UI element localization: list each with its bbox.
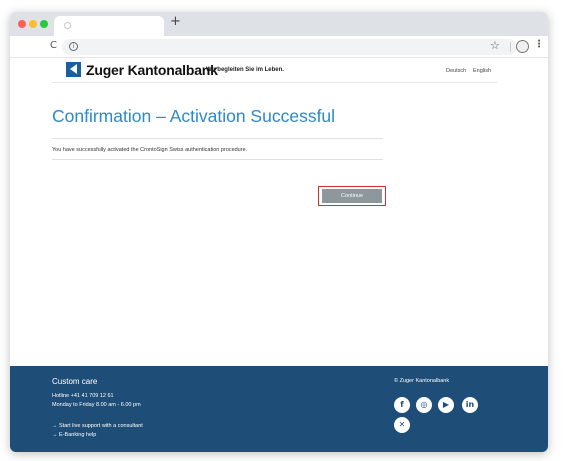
browser-toolbar: C i ☆ ⋮ [10,36,548,58]
bookmark-star-icon[interactable]: ☆ [490,39,500,52]
logo-arrow-shape [70,64,77,74]
new-tab-button[interactable]: + [170,14,181,29]
success-message: You have successfully activated the Cron… [52,147,248,153]
xing-icon[interactable]: ✕ [394,417,410,433]
browser-window: + C i ☆ ⋮ Zuger Kantonalbank Wir begleit… [10,12,548,452]
browser-menu-icon[interactable]: ⋮ [534,39,544,50]
hotline-text[interactable]: Hotline +41 41 709 12 61 [52,393,114,399]
header-divider [52,82,497,83]
instagram-icon[interactable]: ◎ [416,397,432,413]
language-deutsch-link[interactable]: Deutsch [446,68,466,74]
toolbar-divider [510,42,511,52]
reload-icon[interactable]: C [50,40,57,51]
youtube-icon[interactable]: ▶ [438,397,454,413]
maximize-window-button[interactable] [40,20,48,28]
linkedin-icon[interactable]: in [462,397,478,413]
minimize-window-button[interactable] [29,20,37,28]
footer-title: Custom care [52,377,98,386]
browser-tab[interactable] [54,16,164,36]
brand-slogan: Wir begleiten Sie im Leben. [206,67,284,73]
bank-logo-icon[interactable] [66,62,81,77]
footer: Custom care Hotline +41 41 709 12 61 Mon… [10,366,548,452]
content-divider-top [52,138,383,139]
profile-avatar-icon[interactable] [516,40,529,53]
content-divider-bottom [52,159,383,160]
facebook-icon[interactable]: f [394,397,410,413]
tab-bar: + [10,12,548,36]
address-bar[interactable]: i [62,39,517,55]
site-info-icon[interactable]: i [69,42,78,51]
copyright-text: © Zuger Kantonalbank [394,378,450,384]
close-window-button[interactable] [18,20,26,28]
page-content: Zuger Kantonalbank Wir begleiten Sie im … [10,58,548,366]
live-support-link[interactable]: → Start live support with a consultant [52,423,143,429]
continue-button[interactable]: Continue [322,189,382,203]
ebanking-help-link[interactable]: → E-Banking help [52,432,96,438]
language-english-link[interactable]: English [473,68,491,74]
page-title: Confirmation – Activation Successful [52,106,336,126]
brand-name[interactable]: Zuger Kantonalbank [86,62,218,78]
opening-hours-text: Monday to Friday 8.00 am - 6.00 pm [52,402,141,408]
loading-favicon-icon [64,22,71,29]
